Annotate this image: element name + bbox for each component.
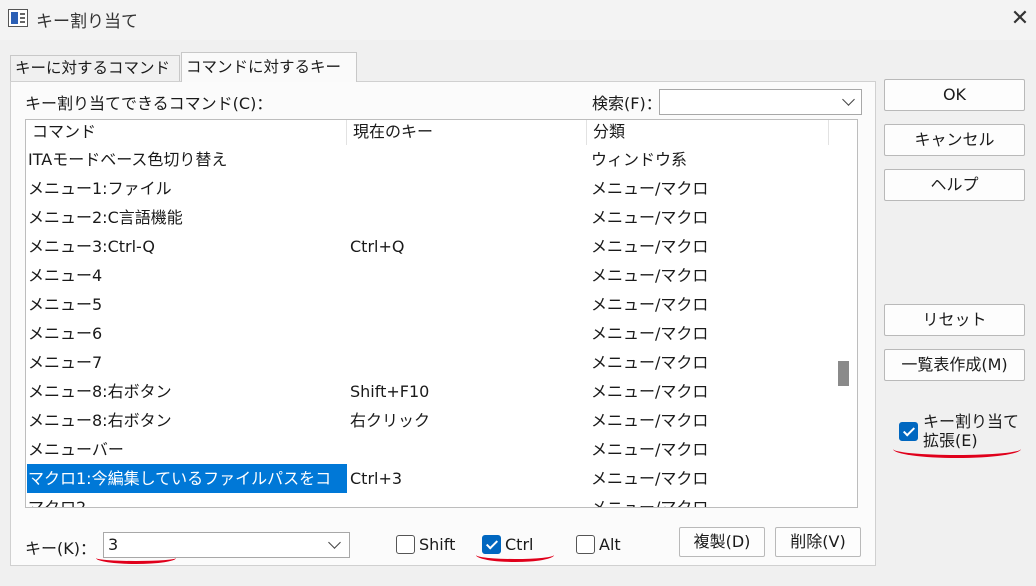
window-title: キー割り当て (36, 12, 138, 32)
table-row[interactable]: メニュー6 メニュー/マクロ (26, 319, 829, 348)
cell-command: メニューバー (28, 440, 124, 459)
list-rows: ITAモードベース色切り替え ウィンドウ系 メニュー1:ファイル メニュー/マクロ … (26, 145, 829, 508)
cell-command: メニュー4 (28, 266, 103, 285)
cell-key (350, 145, 580, 174)
red-underline-annotation (96, 552, 176, 564)
cell-category: メニュー/マクロ (591, 440, 709, 459)
cell-category: メニュー/マクロ (591, 353, 709, 372)
cell-category: メニュー/マクロ (591, 411, 709, 430)
export-list-button[interactable]: 一覧表作成(M) (884, 349, 1025, 381)
table-row[interactable]: メニュー8:右ボタン Shift+F10 メニュー/マクロ (26, 377, 829, 406)
close-icon[interactable]: ✕ (1005, 2, 1035, 36)
cell-category: メニュー/マクロ (591, 266, 709, 285)
cell-command: メニュー3:Ctrl-Q (28, 237, 155, 256)
cell-key: Ctrl+Q (350, 237, 405, 256)
search-label: 検索(F)： (592, 94, 662, 113)
tab-command-to-key[interactable]: コマンドに対するキー (181, 52, 357, 82)
cell-command: メニュー6 (28, 324, 103, 343)
key-label: キー(K)： (25, 539, 96, 558)
cell-category: メニュー/マクロ (591, 208, 709, 227)
cell-command: マクロ2 (28, 498, 87, 508)
cell-key (350, 203, 580, 232)
list-header: コマンド 現在のキー 分類 (26, 120, 829, 145)
table-row[interactable]: メニュー1:ファイル メニュー/マクロ (26, 174, 829, 203)
cell-category: メニュー/マクロ (591, 324, 709, 343)
chevron-down-icon[interactable] (842, 93, 855, 106)
key-value: 3 (108, 535, 119, 554)
tab-key-to-command[interactable]: キーに対するコマンド (10, 55, 180, 81)
table-row[interactable]: メニュー3:Ctrl-Q Ctrl+Q メニュー/マクロ (26, 232, 829, 261)
table-row[interactable]: メニュー8:右ボタン 右クリック メニュー/マクロ (26, 406, 829, 435)
table-row[interactable]: マクロ2 メニュー/マクロ (26, 493, 829, 508)
reset-button[interactable]: リセット (884, 304, 1025, 336)
cell-key: Shift+F10 (350, 382, 430, 401)
alt-checkbox[interactable] (576, 535, 595, 554)
vertical-scrollbar[interactable] (832, 120, 857, 507)
cell-key (350, 261, 580, 290)
red-underline-annotation (476, 548, 554, 562)
cell-command: ITAモードベース色切り替え (28, 150, 228, 169)
duplicate-button[interactable]: 複製(D) (679, 527, 765, 557)
table-row[interactable]: ITAモードベース色切り替え ウィンドウ系 (26, 145, 829, 174)
cell-key (350, 290, 580, 319)
table-row[interactable]: メニュー2:C言語機能 メニュー/マクロ (26, 203, 829, 232)
column-header-category[interactable]: 分類 (587, 120, 829, 145)
command-list-label: キー割り当てできるコマンド(C)： (25, 94, 273, 113)
cell-command: メニュー8:右ボタン (28, 411, 172, 430)
help-button[interactable]: ヘルプ (884, 169, 1025, 201)
column-header-command[interactable]: コマンド (26, 120, 347, 145)
alt-label: Alt (599, 535, 621, 554)
cell-category: メニュー/マクロ (591, 469, 709, 488)
app-icon (8, 9, 28, 27)
cell-category: メニュー/マクロ (591, 382, 709, 401)
red-underline-annotation (893, 440, 1021, 458)
chevron-down-icon[interactable] (328, 536, 341, 549)
cell-category: メニュー/マクロ (591, 179, 709, 198)
cell-category: ウィンドウ系 (591, 150, 688, 169)
table-row[interactable]: メニューバー メニュー/マクロ (26, 435, 829, 464)
shift-label: Shift (419, 535, 456, 554)
cell-key (350, 319, 580, 348)
table-row[interactable]: メニュー7 メニュー/マクロ (26, 348, 829, 377)
table-row[interactable]: メニュー5 メニュー/マクロ (26, 290, 829, 319)
cell-key (350, 348, 580, 377)
cell-command: メニュー8:右ボタン (28, 382, 172, 401)
cell-key: Ctrl+3 (350, 469, 403, 488)
scrollbar-thumb[interactable] (838, 361, 849, 386)
cell-command: メニュー1:ファイル (28, 179, 172, 198)
cancel-button[interactable]: キャンセル (884, 124, 1025, 156)
cell-key (350, 493, 580, 507)
command-list[interactable]: コマンド 現在のキー 分類 ITAモードベース色切り替え ウィンドウ系 メニュー1… (25, 119, 858, 508)
extend-label-line1: キー割り当て (923, 412, 1020, 431)
cell-key (350, 174, 580, 203)
cell-command: マクロ1:今編集しているファイルパスをコ (27, 464, 347, 493)
column-header-current-key[interactable]: 現在のキー (347, 120, 587, 145)
table-row-selected[interactable]: マクロ1:今編集しているファイルパスをコ Ctrl+3 メニュー/マクロ (26, 464, 829, 493)
cell-category: メニュー/マクロ (591, 498, 709, 508)
title-bar: キー割り当て ✕ (0, 0, 1036, 40)
cell-command: メニュー7 (28, 353, 103, 372)
cell-command: メニュー5 (28, 295, 103, 314)
search-combobox[interactable] (659, 89, 862, 115)
cell-key: 右クリック (350, 411, 431, 430)
ok-button[interactable]: OK (884, 79, 1025, 111)
cell-command: メニュー2:C言語機能 (28, 208, 183, 227)
cell-category: メニュー/マクロ (591, 237, 709, 256)
cell-key (350, 435, 580, 464)
extend-key-assign-checkbox[interactable] (899, 422, 918, 441)
cell-category: メニュー/マクロ (591, 295, 709, 314)
shift-checkbox[interactable] (396, 535, 415, 554)
table-row[interactable]: メニュー4 メニュー/マクロ (26, 261, 829, 290)
delete-button[interactable]: 削除(V) (775, 527, 861, 557)
